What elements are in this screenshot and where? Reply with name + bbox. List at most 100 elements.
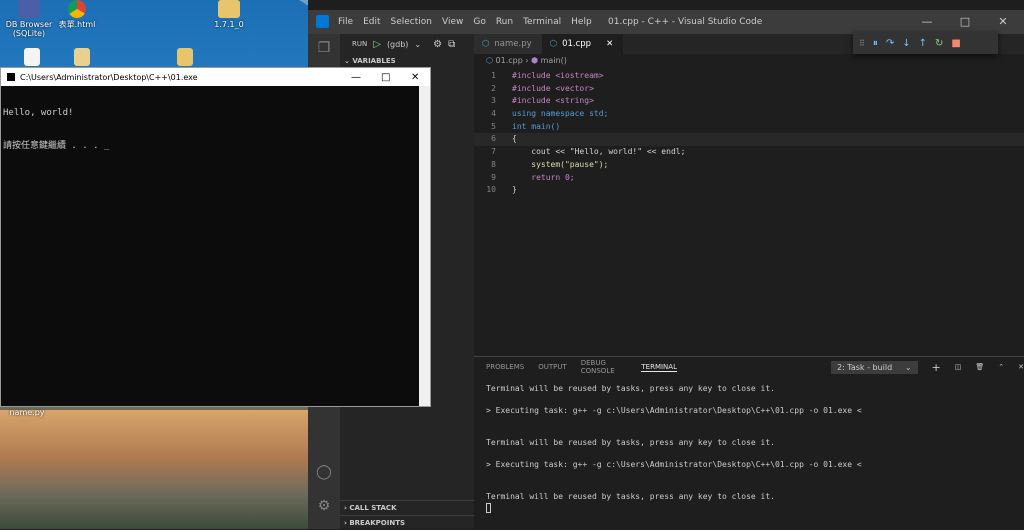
debug-toolbar: ⠿ ⏸ ↷ ↓ ↑ ↻ ■ [853, 32, 998, 54]
menu-view[interactable]: View [442, 17, 463, 27]
window-title: 01.cpp - C++ - Visual Studio Code [608, 17, 763, 27]
editor-area: ⬡ name.py ⬡ 01.cpp ✕ ⬡ 01.cpp › ⬢ main()… [474, 34, 1024, 356]
gear-icon[interactable]: ⚙ [433, 39, 442, 50]
breadcrumb-symbol[interactable]: main() [541, 56, 567, 65]
menu-selection[interactable]: Selection [391, 17, 432, 27]
step-out-icon[interactable]: ↑ [919, 38, 927, 49]
desktop-icon-name-py[interactable]: name.py [0, 408, 54, 417]
console-title: C:\Users\Administrator\Desktop\C++\01.ex… [20, 72, 198, 82]
tab-debug-console[interactable]: DEBUG CONSOLE [581, 359, 628, 375]
code-line-2[interactable]: #include <vector> [502, 83, 594, 96]
trash-icon[interactable]: 🗑 [975, 363, 984, 371]
variables-section[interactable]: ⌄ VARIABLES [340, 54, 474, 68]
menu-edit[interactable]: Edit [363, 17, 380, 27]
console-icon [7, 73, 15, 81]
maximize-button[interactable]: □ [946, 10, 984, 34]
tab-label: name.py [494, 39, 532, 49]
close-icon[interactable]: ✕ [1018, 363, 1024, 371]
folder-icon [218, 0, 240, 18]
panel-tabs: PROBLEMS OUTPUT DEBUG CONSOLE TERMINAL 2… [474, 357, 1024, 377]
terminal-line: > Executing task: g++ -g c:\Users\Admini… [486, 406, 862, 415]
code-line-3[interactable]: #include <string> [502, 95, 594, 108]
code-line-6[interactable]: { [502, 133, 517, 146]
code-line-5[interactable]: int main() [502, 121, 560, 134]
task-select[interactable]: 2: Task - build ⌄ [830, 360, 918, 374]
desktop-file-2[interactable] [55, 48, 109, 68]
close-icon[interactable]: ✕ [606, 34, 613, 54]
db-browser-icon [18, 0, 40, 18]
code-line-10[interactable]: } [502, 184, 517, 197]
console-window[interactable]: C:\Users\Administrator\Desktop\C++\01.ex… [0, 67, 431, 407]
restart-icon[interactable]: ↻ [935, 38, 943, 49]
console-output: Hello, world! 請按任意鍵繼續 . . . _ [1, 86, 430, 174]
desktop-icon-db-browser[interactable]: DB Browser (SQLite) [2, 0, 56, 38]
desktop-file-3[interactable] [158, 48, 212, 68]
split-icon[interactable]: ◫ [955, 363, 962, 371]
stop-icon[interactable]: ■ [951, 38, 960, 49]
tab-problems[interactable]: PROBLEMS [486, 363, 524, 371]
bottom-panel: PROBLEMS OUTPUT DEBUG CONSOLE TERMINAL 2… [474, 356, 1024, 529]
terminal-cursor [486, 503, 491, 513]
code-line-1[interactable]: #include <iostream> [502, 70, 604, 83]
breadcrumb: ⬡ 01.cpp › ⬢ main() [474, 54, 1024, 68]
menu-go[interactable]: Go [473, 17, 485, 27]
run-label: RUN [352, 40, 368, 48]
desktop-file[interactable] [5, 48, 59, 68]
plus-icon[interactable]: + [932, 361, 941, 374]
step-into-icon[interactable]: ↓ [902, 38, 910, 49]
desktop-icon-html[interactable]: 表單.html [50, 0, 104, 29]
call-stack-section[interactable]: › CALL STACK [340, 500, 474, 514]
tab-terminal[interactable]: TERMINAL [641, 363, 677, 372]
terminal-line: Terminal will be reused by tasks, press … [486, 438, 775, 447]
desktop-icon-label: 1.7.1_0 [214, 20, 244, 29]
terminal-line: Terminal will be reused by tasks, press … [486, 384, 775, 393]
tab-output[interactable]: OUTPUT [538, 363, 567, 371]
terminal-output[interactable]: Terminal will be reused by tasks, press … [474, 377, 1024, 513]
code-line-7[interactable]: cout << "Hello, world!" << endl; [502, 146, 685, 159]
console-title-bar[interactable]: C:\Users\Administrator\Desktop\C++\01.ex… [1, 68, 430, 86]
chevron-up-icon[interactable]: ⌃ [998, 363, 1004, 371]
account-icon[interactable]: ◯ [308, 458, 340, 486]
minimize-button[interactable]: — [908, 10, 946, 34]
drag-handle-icon[interactable]: ⠿ [859, 39, 865, 48]
menu-help[interactable]: Help [571, 17, 592, 27]
console-line: Hello, world! [3, 108, 74, 118]
desktop-icon-folder[interactable]: 1.7.1_0 [202, 0, 256, 29]
minimize-button[interactable]: — [351, 72, 361, 83]
desktop-icon-label: DB Browser (SQLite) [5, 20, 53, 38]
chevron-down-icon[interactable]: ⌄ [414, 40, 421, 49]
breakpoints-section[interactable]: › BREAKPOINTS [340, 515, 474, 529]
console-scrollbar[interactable] [419, 86, 430, 406]
start-debug-icon[interactable]: ▷ [373, 39, 381, 50]
file-icon [24, 48, 40, 66]
desktop-icon-label: 表單.html [58, 20, 96, 29]
console-line: 請按任意鍵繼續 . . . _ [3, 141, 110, 151]
code-line-8[interactable]: system("pause"); [502, 159, 608, 172]
explorer-icon[interactable]: ❐ [308, 34, 340, 62]
gear-icon[interactable]: ⚙ [308, 492, 340, 520]
debug-console-icon[interactable]: ⧉ [448, 39, 455, 50]
debug-config-select[interactable]: (gdb) [387, 40, 408, 49]
step-over-icon[interactable]: ↷ [886, 38, 894, 49]
code-line-4[interactable]: using namespace std; [502, 108, 608, 121]
close-button[interactable]: ✕ [984, 10, 1022, 34]
tab-01-cpp[interactable]: ⬡ 01.cpp ✕ [541, 34, 624, 54]
menu-file[interactable]: File [338, 17, 353, 27]
menu-terminal[interactable]: Terminal [523, 17, 561, 27]
breadcrumb-file[interactable]: 01.cpp [496, 56, 523, 65]
close-button[interactable]: ✕ [411, 72, 419, 83]
code-line-9[interactable]: return 0; [502, 172, 574, 185]
section-label: CALL STACK [349, 504, 397, 512]
terminal-line: > Executing task: g++ -g c:\Users\Admini… [486, 460, 862, 469]
menu-run[interactable]: Run [496, 17, 513, 27]
terminal-line: Terminal will be reused by tasks, press … [486, 492, 775, 501]
desktop-icon-label: name.py [9, 408, 45, 417]
maximize-button[interactable]: □ [381, 72, 390, 83]
pause-icon[interactable]: ⏸ [873, 38, 878, 49]
tab-name-py[interactable]: ⬡ name.py [474, 34, 542, 54]
code-editor[interactable]: 1 #include <iostream> 2 #include <vector> … [474, 70, 1024, 197]
